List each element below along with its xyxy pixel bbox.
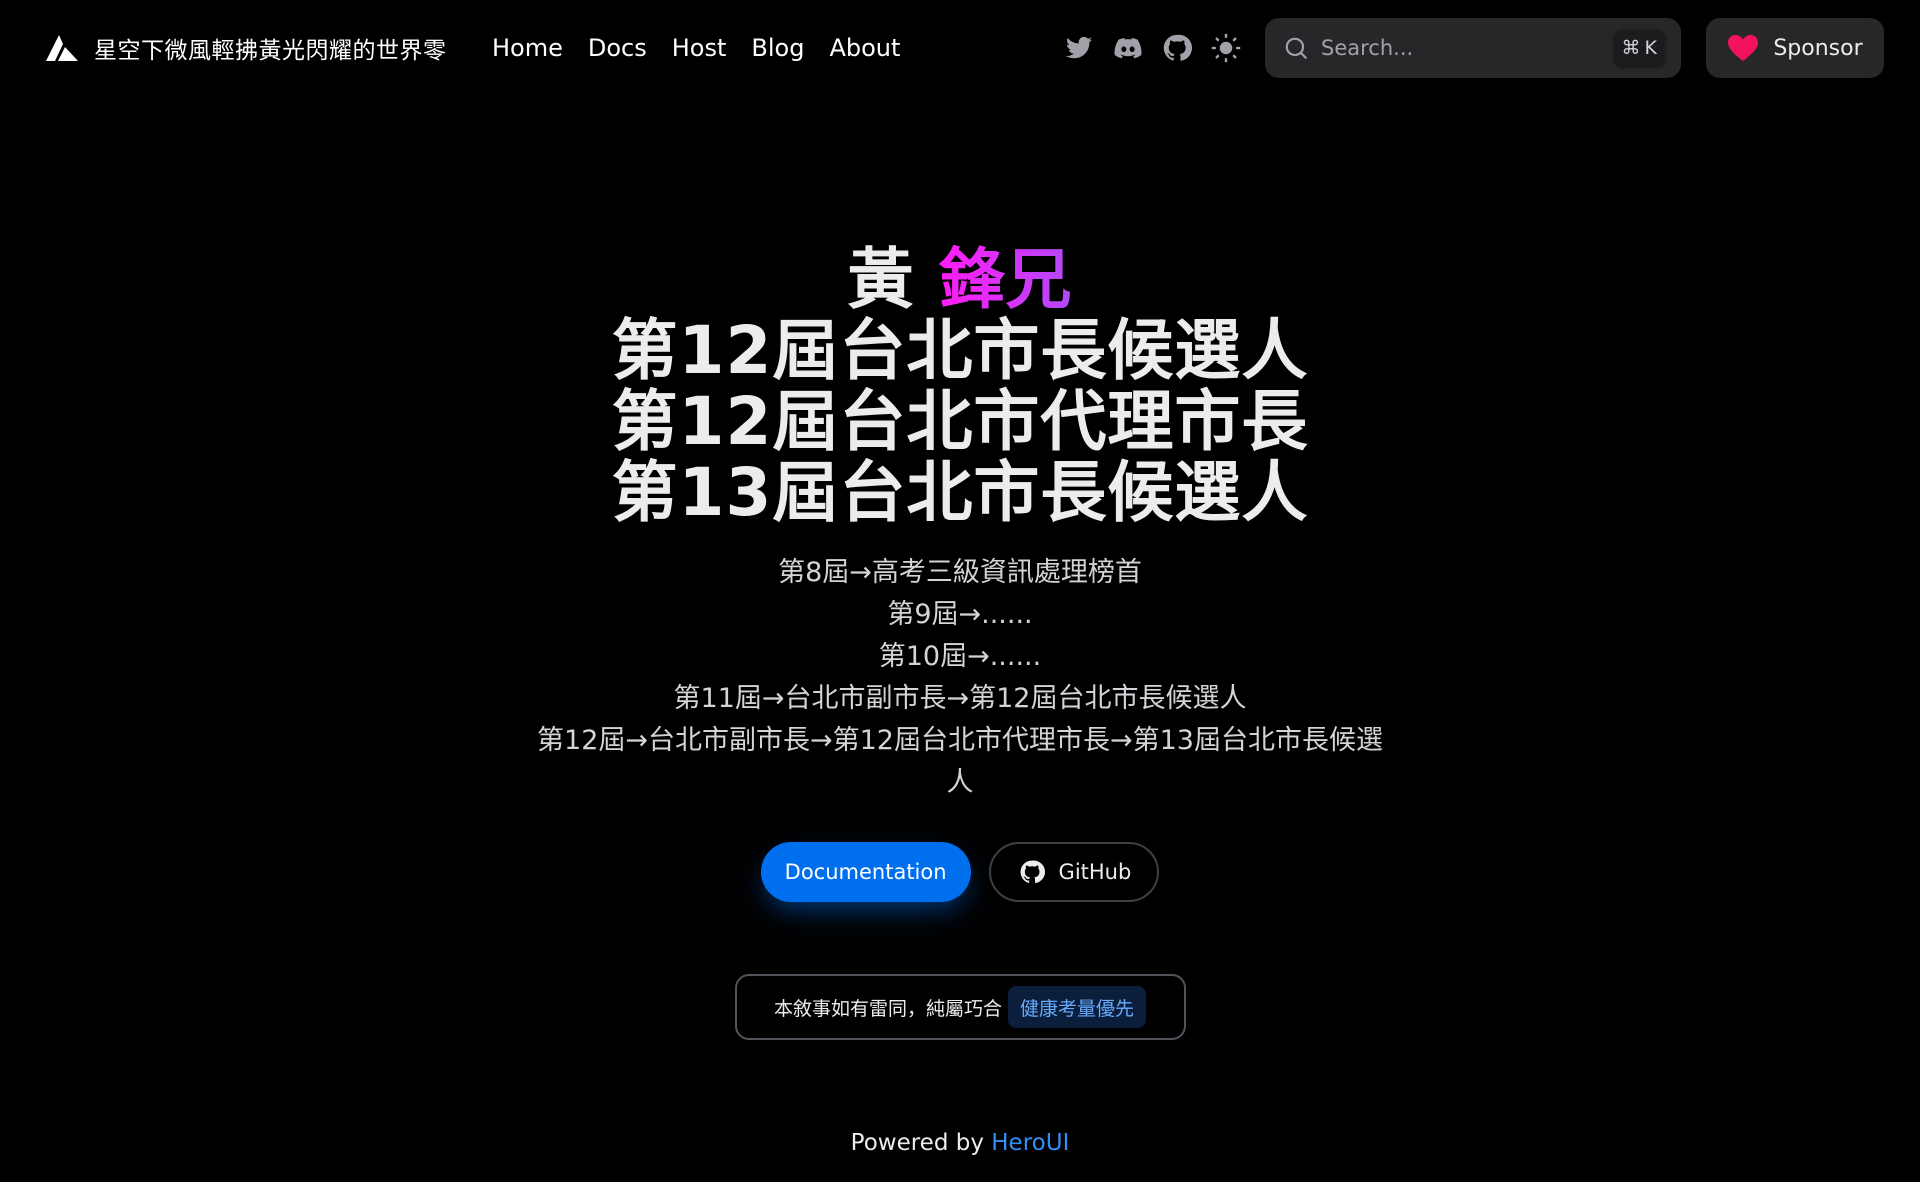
- hero-subtitle-line: 第12屆→台北市副市長→第12屆台北市代理市長→第13屆台北市長候選人: [537, 725, 1383, 798]
- hero-subtitle-line: 第8屆→高考三級資訊處理榜首: [778, 557, 1142, 588]
- disclaimer-text: 本敘事如有雷同，純屬巧合: [773, 997, 1002, 1020]
- brand[interactable]: 星空下微風輕拂黃光閃耀的世界零: [46, 30, 447, 66]
- search-box[interactable]: ⌘ K: [1265, 18, 1681, 78]
- shortcut-key-letter: K: [1644, 37, 1657, 59]
- disclaimer-snippet: 本敘事如有雷同，純屬巧合 健康考量優先: [734, 974, 1186, 1040]
- hero-title-line: 第13屆台北市長候選人: [611, 454, 1309, 531]
- brand-name: 星空下微風輕拂黃光閃耀的世界零: [94, 38, 447, 64]
- github-button[interactable]: GitHub: [988, 842, 1160, 902]
- nav-link-docs[interactable]: Docs: [588, 34, 647, 62]
- navbar: 星空下微風輕拂黃光閃耀的世界零 Home Docs Host Blog Abou…: [0, 0, 1920, 96]
- twitter-icon[interactable]: [1063, 33, 1094, 64]
- hero-subtitle-line: 第9屆→......: [887, 599, 1033, 630]
- search-shortcut-kbd: ⌘ K: [1613, 30, 1665, 66]
- hero-title: 黃 鋒兄 第12屆台北市長候選人 第12屆台北市代理市長 第13屆台北市長候選人: [0, 244, 1920, 528]
- documentation-button[interactable]: Documentation: [760, 842, 971, 902]
- hero-title-line: 第12屆台北市代理市長: [611, 383, 1309, 460]
- github-button-label: GitHub: [1058, 860, 1132, 884]
- nav-link-host[interactable]: Host: [672, 34, 727, 62]
- search-icon: [1285, 37, 1307, 59]
- hero-title-name-line: 黃 鋒兄: [0, 244, 1920, 315]
- heroui-link[interactable]: HeroUI: [991, 1130, 1069, 1156]
- command-key-symbol: ⌘: [1621, 37, 1641, 59]
- hero-subtitle: 第8屆→高考三級資訊處理榜首 第9屆→...... 第10屆→...... 第1…: [530, 552, 1390, 804]
- hero-title-highlight: 鋒兄: [938, 241, 1073, 318]
- footer: Powered by HeroUI: [0, 1130, 1920, 1156]
- github-icon[interactable]: [1161, 33, 1192, 64]
- hero-subtitle-line: 第11屆→台北市副市長→第12屆台北市長候選人: [673, 683, 1247, 714]
- nav-link-home[interactable]: Home: [492, 34, 563, 62]
- search-input[interactable]: [1319, 35, 1614, 61]
- discord-icon[interactable]: [1112, 33, 1143, 64]
- nav-link-about[interactable]: About: [829, 34, 900, 62]
- hero-subtitle-line: 第10屆→......: [878, 641, 1042, 672]
- social-icons: [1063, 30, 1241, 66]
- sun-icon[interactable]: [1210, 33, 1241, 64]
- triangle-logo-icon: [46, 35, 78, 61]
- heart-icon: [1728, 35, 1759, 61]
- nav-link-blog[interactable]: Blog: [751, 34, 804, 62]
- sponsor-button[interactable]: Sponsor: [1706, 18, 1884, 78]
- disclaimer-tag: 健康考量優先: [1008, 986, 1147, 1028]
- footer-prefix: Powered by: [850, 1130, 992, 1156]
- hero-title-prefix: 黃: [847, 241, 939, 318]
- sponsor-label: Sponsor: [1773, 35, 1863, 61]
- hero-actions: Documentation GitHub: [0, 842, 1920, 902]
- github-icon: [1020, 860, 1045, 884]
- hero-section: 黃 鋒兄 第12屆台北市長候選人 第12屆台北市代理市長 第13屆台北市長候選人…: [0, 244, 1920, 1040]
- nav-links: Home Docs Host Blog About: [492, 30, 900, 66]
- hero-title-line: 第12屆台北市長候選人: [611, 312, 1309, 389]
